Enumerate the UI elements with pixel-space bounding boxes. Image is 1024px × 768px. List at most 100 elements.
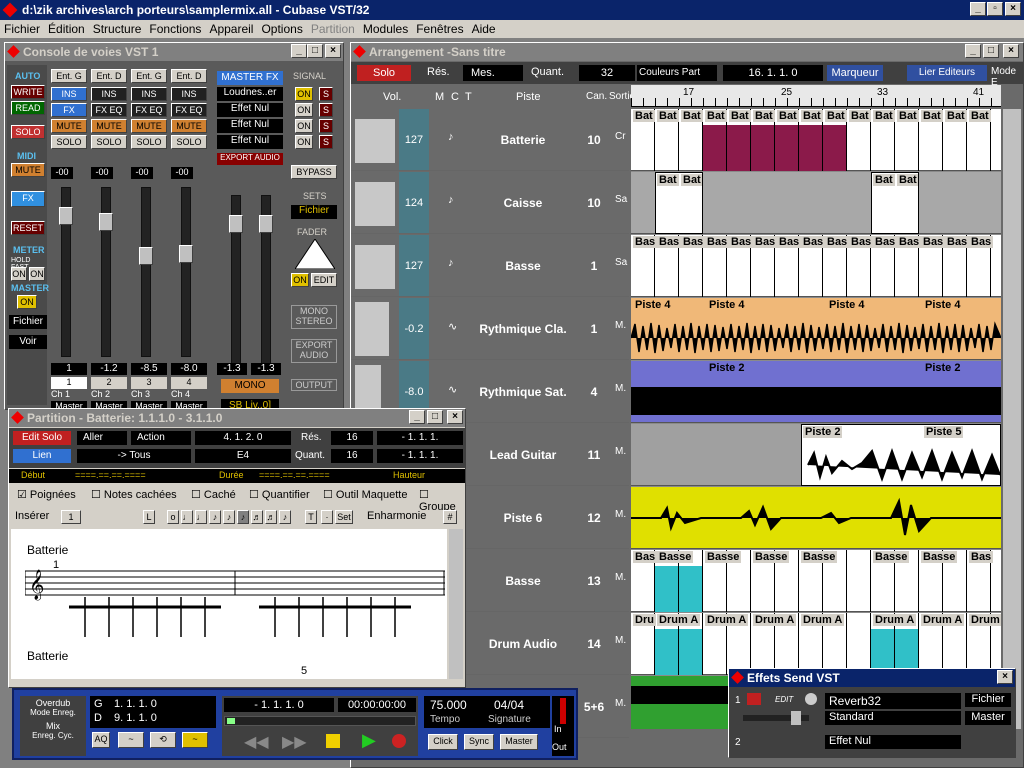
track-channel[interactable]: 10 bbox=[579, 172, 609, 233]
pos2-display[interactable]: - 1. 1. 1. bbox=[377, 431, 463, 445]
left-locator-value[interactable]: 1. 1. 1. 0 bbox=[114, 698, 157, 710]
track-volume[interactable]: 124 bbox=[399, 172, 429, 233]
master-fader-right[interactable] bbox=[259, 215, 273, 233]
part-maximize-button[interactable]: □ bbox=[427, 410, 443, 424]
tempo-signature[interactable]: 75.000 04/04 Tempo Signature bbox=[424, 696, 550, 728]
track-channel[interactable]: 10 bbox=[579, 109, 609, 170]
bypass-button[interactable]: BYPASS bbox=[291, 165, 337, 179]
track-channel[interactable]: 11 bbox=[579, 424, 609, 485]
fast-on-button[interactable]: ON bbox=[29, 267, 45, 281]
master-fx-slot-1[interactable]: Loudnes..er bbox=[217, 87, 283, 101]
track-output[interactable]: Sa bbox=[615, 257, 627, 268]
track-row[interactable]: -0.2 ∿ Rythmique Cla. 1 M. bbox=[351, 298, 629, 360]
export-audio-label[interactable]: EXPORT AUDIO bbox=[291, 339, 337, 363]
close-button[interactable]: × bbox=[1005, 2, 1021, 16]
note-quarter-icon[interactable]: ♩ bbox=[195, 510, 207, 524]
signal-on-3[interactable]: ON bbox=[295, 119, 313, 133]
master-fx-slot-3[interactable]: Effet Nul bbox=[217, 119, 283, 133]
menu-aide[interactable]: Aide bbox=[468, 22, 500, 36]
master-fx-slot-4[interactable]: Effet Nul bbox=[217, 135, 283, 149]
track-output[interactable]: M. bbox=[615, 698, 626, 709]
track-volume[interactable]: -0.2 bbox=[399, 298, 429, 359]
part-minimize-button[interactable]: _ bbox=[409, 410, 425, 424]
inserer-value[interactable]: 1 bbox=[61, 510, 81, 524]
track-channel[interactable]: 5+6 bbox=[579, 676, 609, 737]
click-button[interactable]: Click bbox=[428, 734, 458, 750]
menu-modules[interactable]: Modules bbox=[359, 22, 412, 36]
track-channel[interactable]: 1 bbox=[579, 298, 609, 359]
menu-structure[interactable]: Structure bbox=[89, 22, 146, 36]
output-select[interactable]: Master bbox=[965, 711, 1011, 725]
menu-fonctions[interactable]: Fonctions bbox=[145, 22, 205, 36]
lane-rythmique-sat[interactable]: Piste 2 Piste 2 bbox=[631, 361, 1001, 423]
record-icon[interactable] bbox=[392, 734, 406, 748]
global-solo-button[interactable]: SOLO bbox=[11, 125, 45, 139]
track-name[interactable]: Drum Audio bbox=[471, 613, 575, 674]
vertical-scrollbar[interactable] bbox=[1003, 109, 1021, 729]
song-position[interactable]: - 1. 1. 1. 0 bbox=[224, 698, 334, 712]
edit-solo-button[interactable]: Edit Solo bbox=[13, 431, 71, 445]
master-on-button[interactable]: ON bbox=[17, 295, 37, 309]
signal-on-4[interactable]: ON bbox=[295, 135, 313, 149]
send-knob[interactable] bbox=[805, 693, 817, 705]
locators[interactable]: G 1. 1. 1. 0 D 9. 1. 1. 0 bbox=[90, 696, 216, 728]
menu-appareil[interactable]: Appareil bbox=[205, 22, 257, 36]
action-select[interactable]: Action bbox=[131, 431, 191, 445]
mute-button[interactable]: MUTE bbox=[171, 119, 207, 133]
ins-button[interactable]: INS bbox=[171, 87, 207, 101]
tempo-value[interactable]: 75.000 bbox=[430, 698, 467, 712]
channel-fader[interactable] bbox=[59, 207, 73, 225]
res-select[interactable]: 16 bbox=[331, 431, 373, 445]
checkbox-cache[interactable]: ☐ Caché bbox=[191, 488, 236, 501]
track-channel[interactable]: 14 bbox=[579, 613, 609, 674]
export-audio-button[interactable]: EXPORT AUDIO bbox=[217, 153, 283, 165]
track-name[interactable]: Caisse bbox=[471, 172, 575, 233]
note-whole-icon[interactable]: o bbox=[167, 510, 179, 524]
effets-close-button[interactable]: × bbox=[997, 670, 1013, 684]
master-fx-slot-2[interactable]: Effet Nul bbox=[217, 103, 283, 117]
lane-basse[interactable]: Bas Bas Bas Bas Bas Bas Bas Bas Bas Bas … bbox=[631, 235, 1001, 297]
part-block[interactable]: Bat Bat bbox=[655, 172, 703, 234]
track-row[interactable]: 127 ♪ Batterie 10 Cr bbox=[351, 109, 629, 171]
console-close-button[interactable]: × bbox=[325, 44, 341, 58]
arr-maximize-button[interactable]: □ bbox=[983, 44, 999, 58]
note-tool-l[interactable]: L bbox=[143, 510, 155, 524]
note-sixteenth-icon[interactable]: ♪ bbox=[223, 510, 235, 524]
read-button[interactable]: READ bbox=[11, 101, 45, 115]
mute-button[interactable]: MUTE bbox=[131, 119, 167, 133]
signal-s-1[interactable]: S bbox=[319, 87, 333, 101]
track-output[interactable]: M. bbox=[615, 446, 626, 457]
score-scrollbar[interactable] bbox=[449, 529, 463, 679]
sync-button[interactable]: Sync bbox=[464, 734, 494, 750]
lane-lead-guitar[interactable]: Piste 2 Piste 5 bbox=[631, 424, 1001, 486]
cycle-button[interactable]: ⟲ bbox=[150, 732, 176, 748]
track-output[interactable]: M. bbox=[615, 635, 626, 646]
play-icon[interactable]: ▶ bbox=[362, 730, 376, 751]
note-tuplet-icon[interactable]: ♪ bbox=[279, 510, 291, 524]
res-select[interactable]: Mes. bbox=[463, 65, 523, 81]
lier-editeurs-button[interactable]: Lier Editeurs bbox=[907, 65, 987, 81]
track-channel[interactable]: 12 bbox=[579, 487, 609, 548]
track-row[interactable]: 124 ♪ Caisse 10 Sa bbox=[351, 172, 629, 234]
signal-s-3[interactable]: S bbox=[319, 119, 333, 133]
fx-button[interactable]: FX bbox=[11, 191, 45, 207]
solo-button[interactable]: SOLO bbox=[131, 135, 167, 149]
slot2-plugin-select[interactable]: Effet Nul bbox=[825, 735, 961, 749]
aq-button[interactable]: AQ bbox=[92, 732, 110, 748]
ins-button[interactable]: INS bbox=[51, 87, 87, 101]
note-half-icon[interactable]: ♩ bbox=[181, 510, 193, 524]
debut-value[interactable]: ====.==.==.==== bbox=[75, 470, 146, 480]
solo-button[interactable]: SOLO bbox=[171, 135, 207, 149]
signature-value[interactable]: 04/04 bbox=[494, 698, 524, 712]
signal-s-4[interactable]: S bbox=[319, 135, 333, 149]
track-volume[interactable]: 127 bbox=[399, 235, 429, 296]
right-locator-value[interactable]: 9. 1. 1. 0 bbox=[114, 712, 157, 724]
solo-button[interactable]: Solo bbox=[357, 65, 411, 81]
quant-select[interactable]: 16 bbox=[331, 449, 373, 463]
track-output[interactable]: M. bbox=[615, 572, 626, 583]
fx-eq-button[interactable]: FX bbox=[51, 103, 87, 117]
mono-button[interactable]: MONO bbox=[221, 379, 279, 393]
hold-on-button[interactable]: ON bbox=[11, 267, 27, 281]
channel-fader[interactable] bbox=[139, 247, 153, 265]
send-level-slider[interactable] bbox=[743, 711, 809, 725]
